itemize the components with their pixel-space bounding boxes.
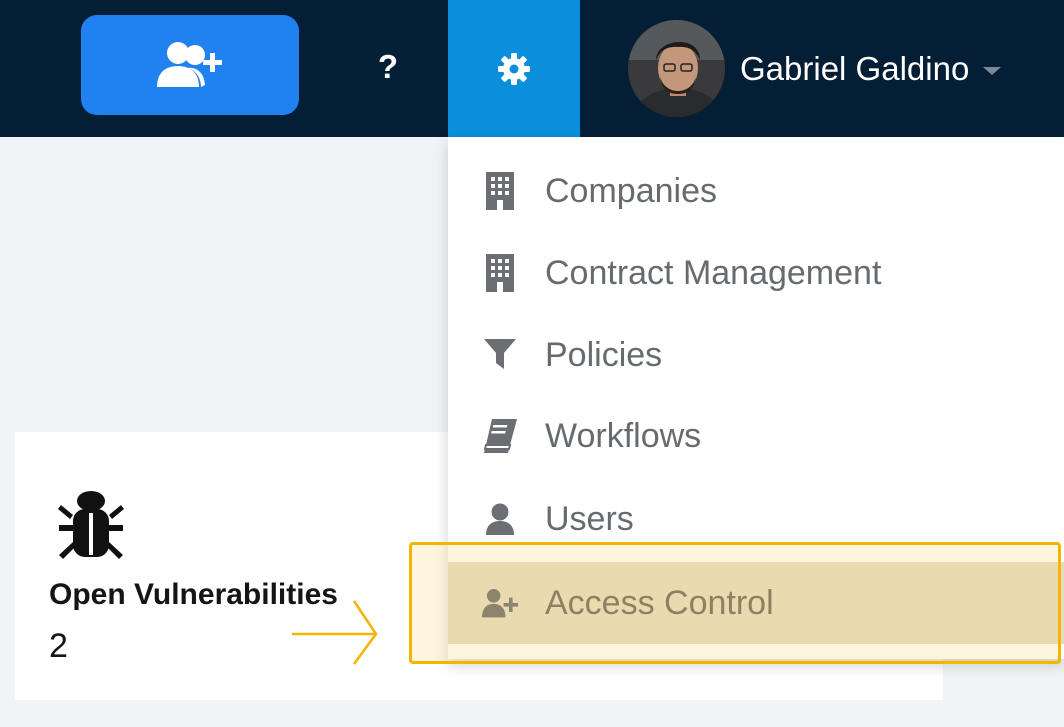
invite-user-button[interactable] xyxy=(81,15,299,115)
menu-item-policies[interactable]: Policies xyxy=(448,314,1064,396)
menu-item-contract-management[interactable]: Contract Management xyxy=(448,232,1064,314)
book-icon xyxy=(482,416,518,456)
menu-item-label: Workflows xyxy=(545,416,702,455)
menu-item-companies[interactable]: Companies xyxy=(448,150,1064,232)
vulnerability-count: 2 xyxy=(49,627,68,665)
menu-item-users[interactable]: Users xyxy=(448,478,1064,560)
menu-item-label: Access Control xyxy=(545,583,774,622)
user-menu-toggle[interactable]: Gabriel Galdino xyxy=(628,20,1002,117)
menu-item-label: Contract Management xyxy=(545,253,882,292)
user-name: Gabriel Galdino xyxy=(740,49,970,87)
top-navbar: ? Gabriel Galdino xyxy=(0,0,1064,137)
bug-icon xyxy=(58,491,124,559)
user-plus-icon xyxy=(482,583,518,623)
menu-item-label: Policies xyxy=(545,335,663,374)
avatar[interactable] xyxy=(628,20,725,117)
user-icon xyxy=(482,499,518,539)
user-plus-icon xyxy=(157,42,222,87)
menu-item-label: Users xyxy=(545,499,634,538)
menu-item-label: Companies xyxy=(545,171,717,210)
menu-item-access-control[interactable]: Access Control xyxy=(448,562,1064,644)
help-button[interactable]: ? xyxy=(358,30,418,104)
filter-icon xyxy=(482,335,518,375)
menu-item-workflows[interactable]: Workflows xyxy=(448,395,1064,477)
gear-icon xyxy=(498,52,530,85)
settings-button[interactable] xyxy=(448,0,580,137)
card-title: Open Vulnerabilities xyxy=(49,578,338,611)
help-icon: ? xyxy=(377,48,399,85)
settings-dropdown: Companies Contract Management Policies W… xyxy=(448,137,1064,659)
chevron-down-icon xyxy=(983,66,1002,75)
building-icon xyxy=(482,171,518,211)
building-icon xyxy=(482,253,518,293)
